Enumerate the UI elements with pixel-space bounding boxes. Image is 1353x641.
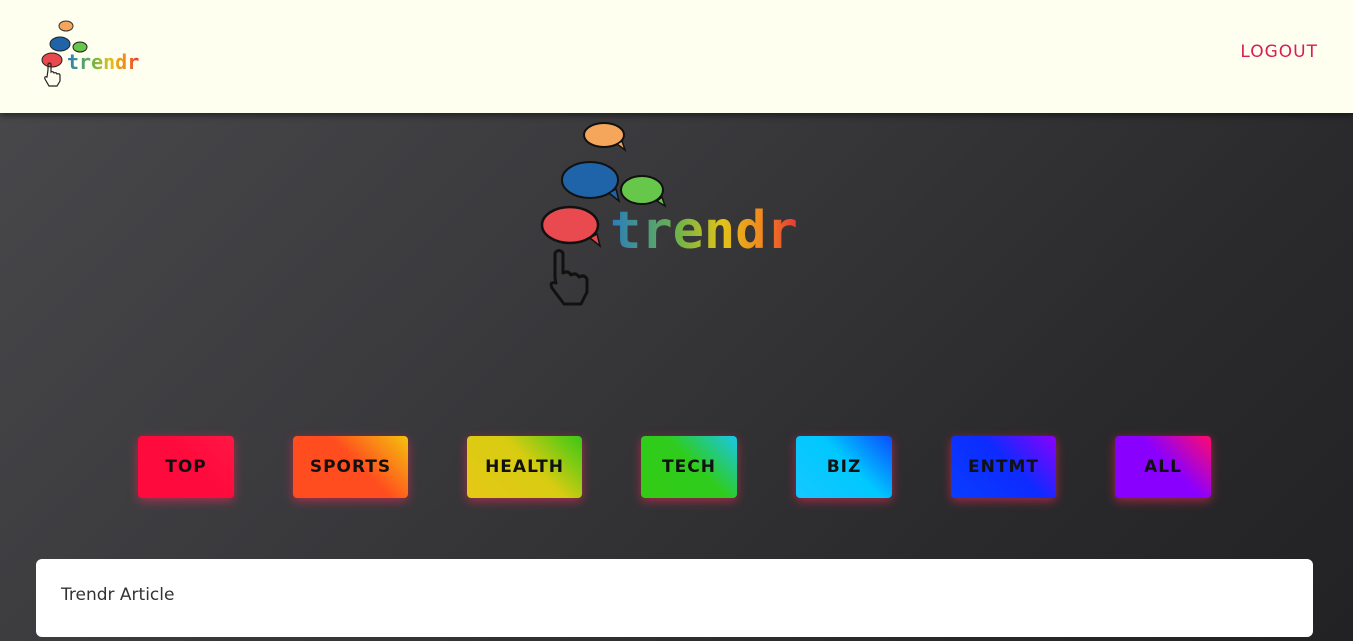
category-entmt-button[interactable]: ENTMT <box>951 436 1056 498</box>
category-label: TECH <box>662 457 716 477</box>
logout-link[interactable]: LOGOUT <box>1240 42 1318 62</box>
nav-logo-text: trendr <box>67 50 139 74</box>
category-biz-button[interactable]: BIZ <box>796 436 892 498</box>
category-tech-button[interactable]: TECH <box>641 436 737 498</box>
pointer-hand-icon <box>549 249 589 306</box>
category-health-button[interactable]: HEALTH <box>467 436 582 498</box>
article-card[interactable]: Trendr Article <box>36 559 1313 637</box>
navbar: trendr LOGOUT <box>0 0 1353 113</box>
category-all-button[interactable]: ALL <box>1115 436 1211 498</box>
category-label: ALL <box>1144 457 1182 477</box>
article-title: Trendr Article <box>61 585 175 605</box>
category-top-button[interactable]: TOP <box>138 436 234 498</box>
nav-logo[interactable]: trendr <box>38 18 148 94</box>
category-label: TOP <box>165 457 207 477</box>
category-sports-button[interactable]: SPORTS <box>293 436 408 498</box>
category-label: SPORTS <box>309 457 392 477</box>
hero-logo: trendr <box>535 118 820 313</box>
category-label: BIZ <box>826 457 862 477</box>
category-label: ENTMT <box>968 457 1039 477</box>
category-label: HEALTH <box>485 457 564 477</box>
hero-logo-text: trendr <box>610 201 798 261</box>
